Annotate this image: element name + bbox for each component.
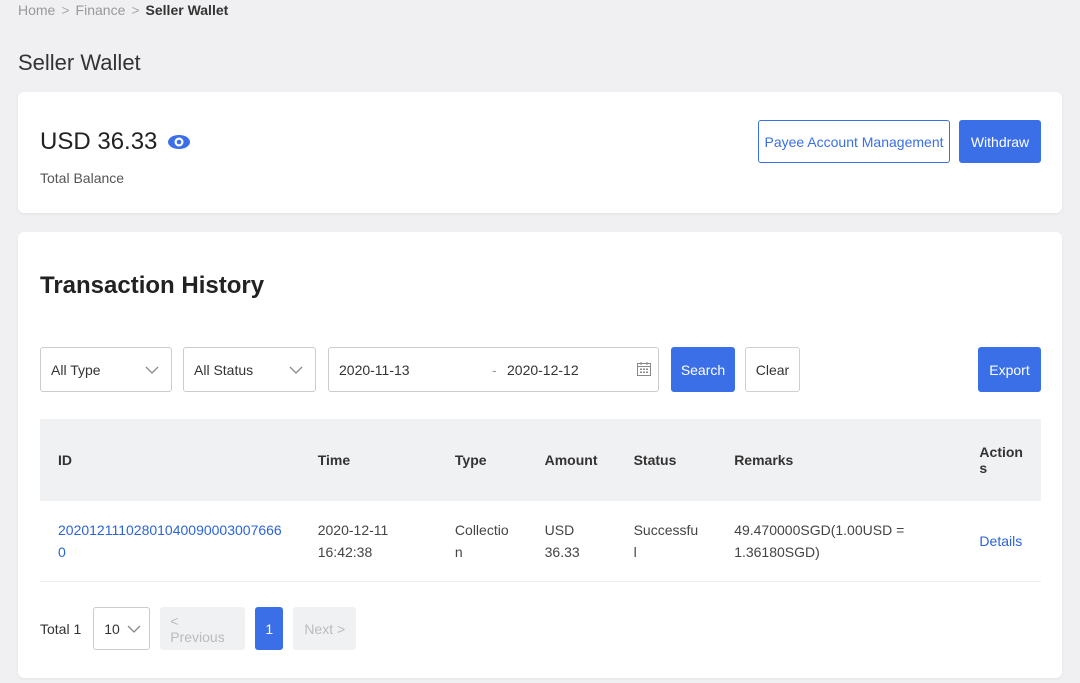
search-button[interactable]: Search [671, 347, 735, 392]
pagination-total: Total 1 [40, 620, 82, 637]
cell-amount-l1: USD [544, 521, 575, 538]
cell-actions: Details [961, 501, 1041, 582]
page-size-select[interactable]: 10 [93, 607, 151, 650]
cell-status-l1: Successfu [633, 521, 699, 538]
type-filter-select[interactable]: All Type [40, 347, 172, 392]
details-link[interactable]: Details [979, 533, 1022, 549]
table-row: 20201211102801040090003007666​0 2020-12-… [40, 501, 1041, 582]
type-filter-value: All Type [51, 361, 101, 378]
date-end-input[interactable]: 2020-12-12 [507, 362, 579, 378]
breadcrumb: Home > Finance > Seller Wallet [18, 2, 228, 18]
cell-amount-l2: 36.33 [544, 543, 580, 560]
column-header-time: Time [299, 419, 437, 501]
payee-account-management-button[interactable]: Payee Account Management [758, 120, 950, 163]
breadcrumb-home[interactable]: Home [18, 2, 55, 18]
breadcrumb-separator: > [61, 2, 70, 18]
transaction-id-link[interactable]: 20201211102801040090003007666​0 [58, 522, 282, 560]
eye-icon[interactable] [167, 134, 191, 150]
cell-amount: USD 36.33 [526, 501, 616, 582]
transaction-table: ID Time Type Amount Status Remarks Actio… [40, 419, 1041, 582]
breadcrumb-current: Seller Wallet [145, 2, 229, 18]
cell-id: 20201211102801040090003007666​0 [40, 501, 300, 582]
column-header-status: Status [615, 419, 717, 501]
transaction-history-card: Transaction History All Type All Status … [18, 232, 1062, 678]
transaction-history-title: Transaction History [40, 272, 265, 299]
column-header-actions-l1: Action [979, 444, 1023, 460]
column-header-amount: Amount [526, 419, 616, 501]
column-header-id: ID [40, 419, 300, 501]
cell-type-l2: n [454, 543, 463, 560]
cell-type-l1: Collectio [454, 521, 509, 538]
table-header-row: ID Time Type Amount Status Remarks Actio… [40, 419, 1041, 501]
column-header-actions-l2: s [979, 460, 988, 476]
previous-page-button[interactable]: < Previous [160, 607, 246, 650]
next-page-button[interactable]: Next > [293, 607, 357, 650]
cell-time-l2: 16:42:38 [317, 543, 373, 560]
chevron-down-icon [127, 625, 141, 633]
cell-type: Collectio n [436, 501, 527, 582]
date-range-picker[interactable]: 2020-11-13 - 2020-12-12 [328, 347, 659, 392]
chevron-down-icon [145, 366, 159, 374]
column-header-actions: Action s [961, 419, 1041, 501]
cell-time: 2020-12-11 16:42:38 [299, 501, 437, 582]
breadcrumb-separator: > [131, 2, 140, 18]
cell-status-l2: l [633, 543, 637, 560]
column-header-type: Type [436, 419, 527, 501]
status-filter-select[interactable]: All Status [183, 347, 316, 392]
balance-card: USD 36.33 Total Balance Payee Account Ma… [18, 92, 1062, 213]
page-size-value: 10 [104, 620, 120, 637]
withdraw-button[interactable]: Withdraw [959, 120, 1041, 163]
cell-remarks: 49.470000SGD(1.00USD = 1.36180SGD) [716, 501, 962, 582]
chevron-down-icon [289, 366, 303, 374]
cell-remarks-l2: 1.36180SGD) [734, 543, 820, 560]
pagination: Total 1 10 < Previous 1 Next > [40, 607, 357, 650]
calendar-icon[interactable] [636, 361, 652, 377]
balance-label: Total Balance [40, 170, 125, 186]
clear-button[interactable]: Clear [745, 347, 800, 392]
export-button[interactable]: Export [978, 347, 1041, 392]
cell-status: Successfu l [615, 501, 717, 582]
date-range-separator: - [492, 361, 497, 378]
page-title: Seller Wallet [18, 50, 141, 75]
cell-time-l1: 2020-12-11 [317, 521, 389, 538]
cell-remarks-l1: 49.470000SGD(1.00USD = [734, 521, 905, 538]
current-page-button[interactable]: 1 [255, 607, 284, 650]
balance-amount: USD 36.33 [40, 128, 158, 155]
status-filter-value: All Status [194, 361, 254, 378]
column-header-remarks: Remarks [716, 419, 962, 501]
date-start-input[interactable]: 2020-11-13 [339, 362, 410, 378]
breadcrumb-finance[interactable]: Finance [76, 2, 126, 18]
balance-amount-row: USD 36.33 [40, 128, 191, 156]
